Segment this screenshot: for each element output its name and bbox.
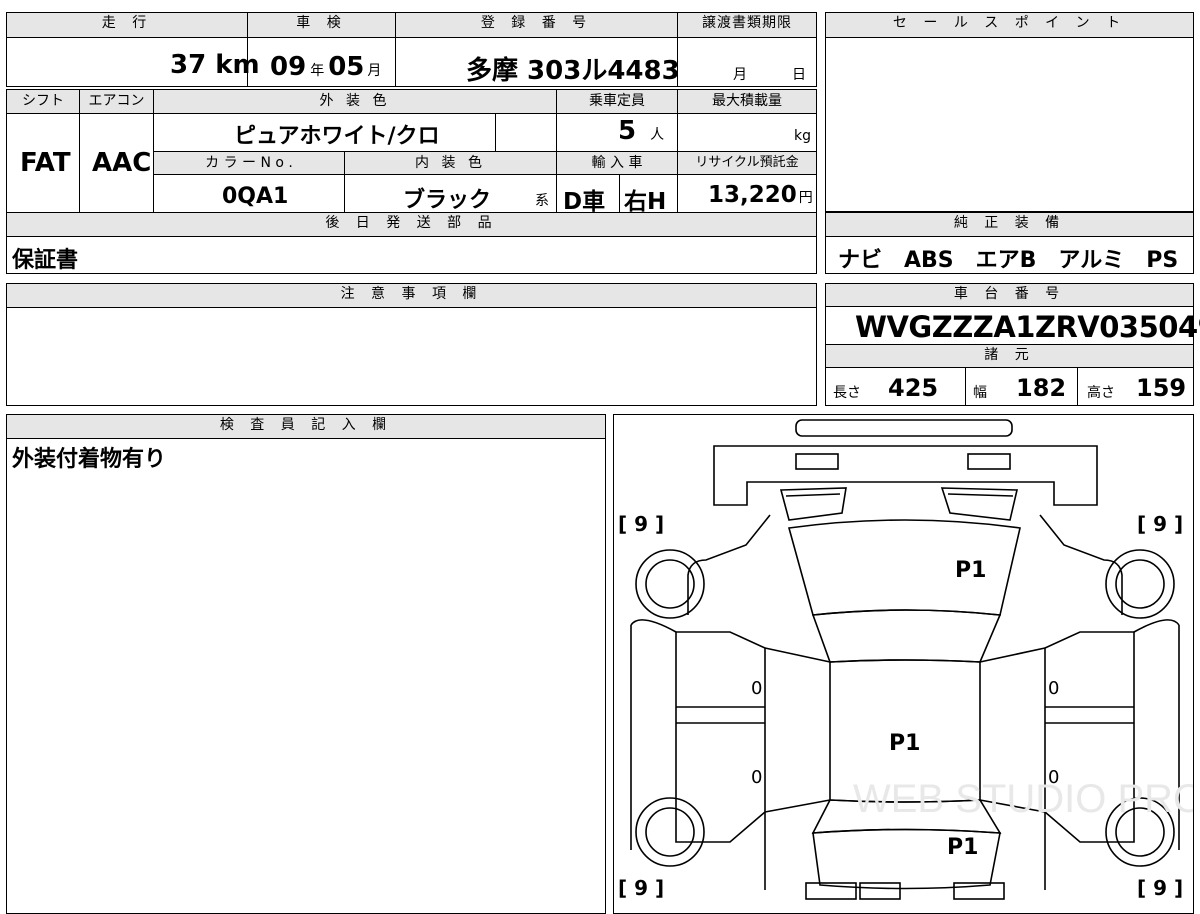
inspection-header: 車 検 (248, 13, 395, 37)
capacity-value: 5人 (618, 116, 665, 146)
car-diagram: WEB STUDIO PRO (630, 419, 1193, 900)
width-label: 幅 (973, 385, 987, 401)
exterior-color-label: 外 装 色 (154, 90, 556, 113)
ac-label: エアコン (80, 90, 153, 113)
diagram-watermark: WEB STUDIO PRO (853, 777, 1193, 821)
length-label: 長さ (833, 385, 861, 401)
dimensions-header: 諸 元 (826, 345, 1193, 367)
tire-rear-left: [ 9 ] (618, 876, 665, 900)
registration-header: 登 録 番 号 (396, 13, 677, 37)
hood-damage-mark: P1 (955, 558, 987, 583)
max-load-unit: kg (794, 128, 811, 144)
tire-front-left: [ 9 ] (618, 512, 665, 536)
front-right-door-mark: 0 (1048, 678, 1060, 699)
sales-point-header: セ ー ル ス ポ イ ン ト (826, 13, 1193, 37)
recycle-label: リサイクル預託金 (678, 152, 816, 174)
import-label: 輸 入 車 (557, 152, 677, 174)
registration-number: 多摩 303ル4483 (466, 56, 680, 86)
deadline-day-unit: 日 (792, 67, 806, 83)
width-value: 182 (1016, 374, 1067, 402)
rear-left-door-mark: 0 (751, 767, 763, 788)
inspector-header: 検 査 員 記 入 欄 (7, 415, 605, 438)
max-load-label: 最大積載量 (678, 90, 816, 113)
mileage-value: 37 km (170, 50, 260, 80)
capacity-label: 乗車定員 (557, 90, 677, 113)
later-parts-header: 後 日 発 送 部 品 (7, 213, 816, 236)
notes-header: 注 意 事 項 欄 (7, 284, 816, 307)
front-left-door-mark: 0 (751, 678, 763, 699)
color-no-label: カ ラ ー N o . (154, 152, 344, 174)
inspector-box (6, 414, 606, 914)
sales-point-box (825, 12, 1194, 212)
trunk-damage-mark: P1 (947, 835, 979, 860)
deadline-month-unit: 月 (733, 67, 747, 83)
height-label: 高さ (1087, 385, 1115, 401)
transfer-deadline-header: 譲渡書類期限 (678, 13, 816, 37)
import-handle-value: 右H (624, 189, 667, 215)
inspector-value: 外装付着物有り (12, 447, 167, 472)
color-no-value: 0QA1 (222, 184, 289, 209)
tire-rear-right: [ 9 ] (1137, 876, 1184, 900)
genuine-equipment-header: 純 正 装 備 (826, 213, 1193, 236)
length-value: 425 (888, 374, 939, 402)
exterior-color-value: ピュアホワイト/クロ (234, 124, 440, 149)
tire-front-right: [ 9 ] (1137, 512, 1184, 536)
genuine-equipment-value: ナビ ABS エアB アルミ PS PW (838, 248, 1200, 273)
mileage-header: 走 行 (7, 13, 247, 37)
shift-value: FAT (20, 148, 71, 178)
rear-right-door-mark: 0 (1048, 767, 1060, 788)
interior-suffix: 系 (535, 193, 549, 209)
ac-value: AAC (92, 148, 152, 178)
later-parts-value: 保証書 (12, 248, 79, 273)
interior-color-value: ブラック (403, 188, 492, 213)
roof-damage-mark: P1 (889, 731, 921, 756)
interior-color-label: 内 装 色 (345, 152, 556, 174)
chassis-number: WVGZZZA1ZRV035049 (855, 310, 1200, 344)
height-value: 159 (1136, 374, 1187, 402)
chassis-header: 車 台 番 号 (826, 284, 1193, 306)
shift-label: シフト (7, 90, 79, 113)
recycle-value: 13,220 円 (708, 182, 813, 208)
import-drive-value: D車 (563, 189, 606, 215)
inspection-date: 09 年 05 月 (270, 52, 382, 82)
